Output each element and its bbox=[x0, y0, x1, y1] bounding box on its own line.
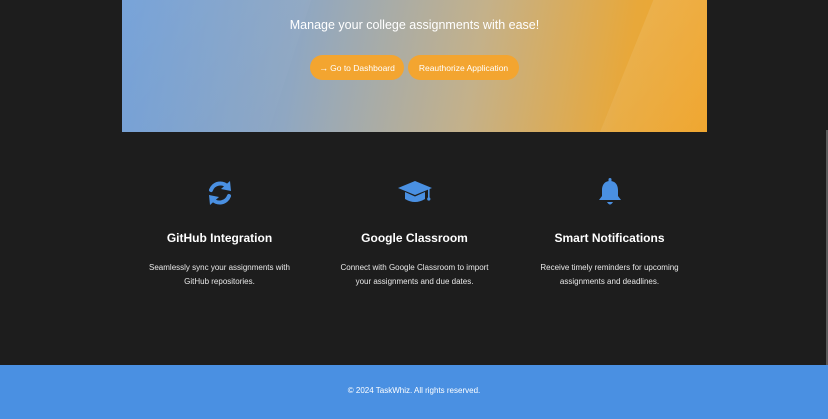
arrow-right-icon: → bbox=[319, 62, 329, 73]
feature-title: GitHub Integration bbox=[166, 231, 273, 245]
reauthorize-application-button[interactable]: Reauthorize Application bbox=[408, 55, 519, 80]
bell-icon bbox=[592, 178, 628, 208]
reauthorize-application-label: Reauthorize Application bbox=[418, 62, 509, 73]
footer-copyright: © 2024 TaskWhiz. All rights reserved. bbox=[347, 386, 481, 395]
hero-buttons: → Go to Dashboard Reauthorize Applicatio… bbox=[122, 55, 707, 80]
feature-title: Smart Notifications bbox=[554, 231, 665, 245]
go-to-dashboard-button[interactable]: → Go to Dashboard bbox=[310, 55, 404, 80]
footer: © 2024 TaskWhiz. All rights reserved. bbox=[0, 365, 828, 419]
feature-title: Google Classroom bbox=[361, 231, 468, 245]
feature-description: Receive timely reminders for upcoming as… bbox=[540, 263, 679, 286]
features-section: GitHub Integration Seamlessly sync your … bbox=[122, 132, 707, 365]
graduation-cap-icon bbox=[397, 178, 433, 208]
feature-description: Seamlessly sync your assignments with Gi… bbox=[149, 263, 290, 286]
page: Manage your college assignments with eas… bbox=[0, 0, 828, 419]
hero-section: Manage your college assignments with eas… bbox=[122, 0, 707, 132]
feature-description: Connect with Google Classroom to import … bbox=[340, 263, 489, 286]
sync-icon bbox=[202, 178, 238, 208]
go-to-dashboard-label: Go to Dashboard bbox=[330, 62, 395, 73]
hero-tagline: Manage your college assignments with eas… bbox=[289, 18, 540, 32]
